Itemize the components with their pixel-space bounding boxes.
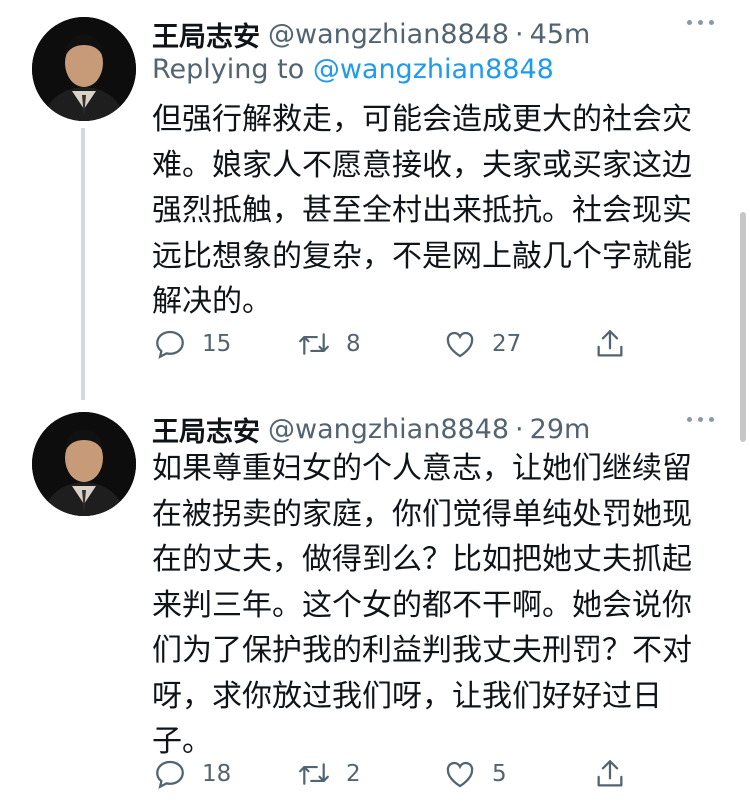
author-name[interactable]: 王局志安 — [152, 410, 260, 449]
like-button[interactable]: 5 — [442, 754, 507, 794]
like-count: 5 — [492, 761, 507, 787]
share-button[interactable] — [592, 324, 628, 364]
retweet-count: 2 — [346, 761, 361, 787]
separator-dot: · — [515, 18, 524, 50]
tweet-actions: 15 8 27 — [152, 324, 632, 364]
reply-icon — [152, 756, 188, 792]
avatar[interactable] — [32, 412, 136, 516]
tweet-actions: 18 2 5 — [152, 754, 632, 794]
heart-icon — [442, 326, 478, 362]
retweet-button[interactable]: 2 — [296, 754, 361, 794]
tweet-time[interactable]: 29m — [530, 414, 591, 445]
heart-icon — [442, 756, 478, 792]
author-handle[interactable]: @wangzhian8848 — [268, 19, 509, 50]
replying-to-label: Replying to — [152, 54, 313, 85]
reply-count: 18 — [202, 761, 232, 787]
reply-button[interactable]: 18 — [152, 754, 231, 794]
tweet-header: 王局志安 @wangzhian8848 · 45m — [152, 14, 590, 54]
tweet-header: 王局志安 @wangzhian8848 · 29m — [152, 409, 590, 449]
tweet-text: 如果尊重妇女的个人意志，让她们继续留在被拐卖的家庭，你们觉得单纯处罚她现在的丈夫… — [152, 451, 692, 759]
retweet-count: 8 — [346, 331, 361, 357]
retweet-button[interactable]: 8 — [296, 324, 361, 364]
author-handle[interactable]: @wangzhian8848 — [268, 414, 509, 445]
tweet-text: 但强行解救走，可能会造成更大的社会灾难。娘家人不愿意接收，夫家或买家这边强烈抵触… — [152, 102, 692, 319]
retweet-icon — [296, 326, 332, 362]
scrollbar[interactable] — [740, 212, 746, 442]
tweet-time[interactable]: 45m — [530, 19, 591, 50]
replying-to: Replying to @wangzhian8848 — [152, 54, 554, 85]
more-icon[interactable] — [687, 20, 714, 25]
more-icon[interactable] — [687, 417, 714, 422]
retweet-icon — [296, 756, 332, 792]
like-count: 27 — [492, 331, 522, 357]
share-icon — [592, 326, 628, 362]
author-name[interactable]: 王局志安 — [152, 15, 260, 54]
like-button[interactable]: 27 — [442, 324, 521, 364]
reply-count: 15 — [202, 331, 232, 357]
replying-to-link[interactable]: @wangzhian8848 — [313, 54, 554, 85]
tweet[interactable]: 王局志安 @wangzhian8848 · 45m Replying to @w… — [0, 0, 750, 400]
share-icon — [592, 756, 628, 792]
tweet[interactable]: 王局志安 @wangzhian8848 · 29m 如果尊重妇女的个人意志，让她… — [0, 400, 750, 803]
separator-dot: · — [515, 413, 524, 445]
share-button[interactable] — [592, 754, 628, 794]
reply-button[interactable]: 15 — [152, 324, 231, 364]
reply-icon — [152, 326, 188, 362]
thread-connector-line — [81, 128, 85, 400]
avatar[interactable] — [32, 17, 136, 121]
